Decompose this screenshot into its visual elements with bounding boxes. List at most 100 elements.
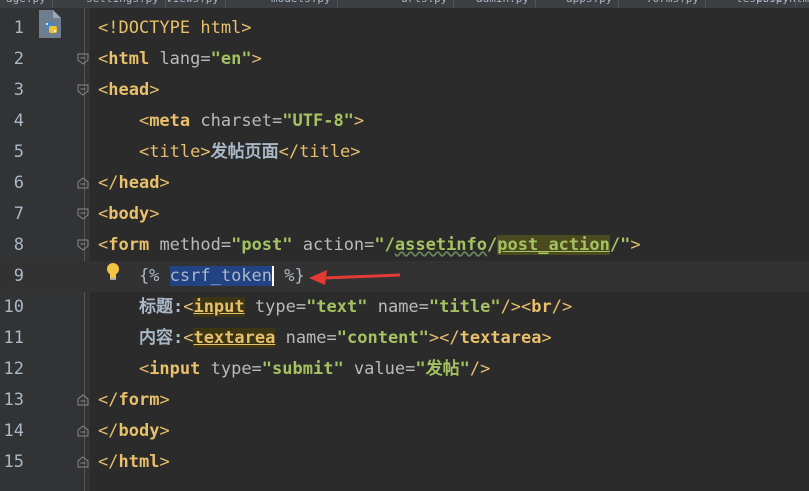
code-line[interactable]: 5 <title>发帖页面</title> [0, 137, 809, 168]
code-text[interactable]: </html> [98, 447, 170, 478]
editor-tab[interactable]: admin.py [470, 0, 536, 7]
fold-marker-icon[interactable] [77, 425, 89, 437]
fold-marker-icon[interactable] [77, 208, 89, 220]
code-line[interactable]: 11 内容:<textarea name="content"></textare… [0, 323, 809, 354]
lightbulb-icon[interactable] [105, 262, 121, 282]
code-line[interactable]: 2 <html lang="en"> [0, 44, 809, 75]
code-token: > [353, 111, 365, 131]
line-number: 3 [13, 80, 24, 100]
code-token: head [108, 80, 150, 100]
code-token: post_action [497, 235, 610, 255]
fold-marker-icon[interactable] [77, 394, 89, 406]
code-text[interactable]: 标题:<input type="text" name="title"/><br/… [98, 292, 572, 323]
code-token: <!DOCTYPE html> [98, 18, 252, 38]
editor-tab[interactable]: models.py [265, 0, 338, 7]
code-token: < [183, 297, 194, 317]
code-text[interactable]: <form method="post" action="/assetinfo/p… [98, 230, 641, 261]
editor-tab[interactable]: post.html [750, 0, 809, 7]
code-line[interactable]: 6 </head> [0, 168, 809, 199]
code-token: name= [275, 328, 337, 348]
editor-tab[interactable]: apps.py [560, 0, 620, 7]
code-token: < [98, 235, 109, 255]
code-line[interactable]: 15 </html> [0, 447, 809, 478]
code-token: > [159, 452, 170, 472]
code-line[interactable]: 13 </form> [0, 385, 809, 416]
code-token: name= [367, 297, 429, 317]
code-token: </ [98, 452, 119, 472]
code-text[interactable]: <input type="submit" value="发帖"/> [98, 354, 490, 385]
code-token: </ [278, 142, 300, 162]
code-token: > [159, 421, 170, 441]
code-token: 标题: [138, 297, 184, 317]
code-token: /" [609, 235, 631, 255]
code-text[interactable]: <html lang="en"> [98, 44, 262, 75]
code-line[interactable]: 8 <form method="post" action="/assetinfo/… [0, 230, 809, 261]
code-text[interactable]: </head> [98, 168, 170, 199]
line-number: 13 [3, 390, 24, 410]
red-arrow-annotation [309, 270, 401, 285]
code-token: "post" [231, 235, 293, 255]
code-text[interactable]: <head> [98, 75, 159, 106]
code-token: "发帖" [415, 359, 470, 379]
code-line[interactable]: 14 </body> [0, 416, 809, 447]
line-number: 5 [13, 142, 24, 162]
code-token: meta [149, 111, 191, 131]
code-line[interactable]: 1 <!DOCTYPE html> [0, 13, 809, 44]
code-token: /> [469, 359, 491, 379]
editor-tab[interactable]: forms.py [640, 0, 706, 7]
code-token: html [108, 49, 150, 69]
code-text[interactable]: </form> [98, 385, 170, 416]
code-token: value= [343, 359, 416, 379]
code-line[interactable]: 10 标题:<input type="text" name="title"/><… [0, 292, 809, 323]
fold-marker-icon[interactable] [77, 456, 89, 468]
code-token: "UTF-8" [282, 111, 354, 131]
code-token: < [98, 359, 150, 379]
code-token: 内容: [138, 328, 184, 348]
code-token: 发帖页面 [210, 142, 279, 162]
code-line[interactable]: 4 <meta charset="UTF-8"> [0, 106, 809, 137]
code-token: body [108, 204, 150, 224]
code-token: < [98, 111, 150, 131]
code-text[interactable]: <title>发帖页面</title> [98, 137, 361, 168]
code-token: > [149, 80, 160, 100]
code-token: input [193, 297, 245, 317]
editor-tab[interactable]: urls.py [395, 0, 455, 7]
code-line[interactable]: 12 <input type="submit" value="发帖"/> [0, 354, 809, 385]
code-token: > [149, 204, 160, 224]
code-text[interactable]: <meta charset="UTF-8"> [98, 106, 364, 137]
line-number: 15 [3, 452, 24, 472]
code-token: </ [98, 173, 119, 193]
line-number: 6 [13, 173, 24, 193]
fold-marker-icon[interactable] [77, 177, 89, 189]
code-token: title [299, 142, 351, 162]
code-token: /> [551, 297, 573, 317]
editor-tab[interactable]: age.py [0, 0, 53, 7]
code-text[interactable]: <body> [98, 199, 159, 230]
editor-tab-bar: age.py settings.pyviews.py models.py urls.p… [0, 0, 809, 8]
code-token: </ [98, 390, 119, 410]
code-token: title [149, 142, 201, 162]
fold-marker-icon[interactable] [77, 239, 89, 251]
code-line[interactable]: 7 <body> [0, 199, 809, 230]
code-text[interactable]: {% csrf_token %} [98, 261, 305, 292]
code-line[interactable]: 3 <head> [0, 75, 809, 106]
fold-marker-icon[interactable] [77, 53, 89, 65]
editor-tab[interactable]: views.py [160, 0, 226, 7]
code-text[interactable]: 内容:<textarea name="content"></textarea> [98, 323, 552, 354]
code-text[interactable]: </body> [98, 416, 170, 447]
code-token: > [200, 142, 211, 162]
code-token: assetinfo [394, 235, 488, 255]
code-token: lang= [149, 49, 211, 69]
code-token: > [541, 328, 552, 348]
line-number: 10 [3, 297, 24, 317]
code-token: "text" [306, 297, 368, 317]
code-token: < [98, 80, 109, 100]
code-token: form [108, 235, 150, 255]
editor-tab[interactable]: settings.py [80, 0, 166, 7]
code-token: csrf_token [169, 266, 273, 286]
line-number: 1 [13, 18, 24, 38]
line-number: 9 [13, 266, 24, 286]
code-text[interactable]: <!DOCTYPE html> [98, 13, 252, 44]
fold-marker-icon[interactable] [77, 84, 89, 96]
